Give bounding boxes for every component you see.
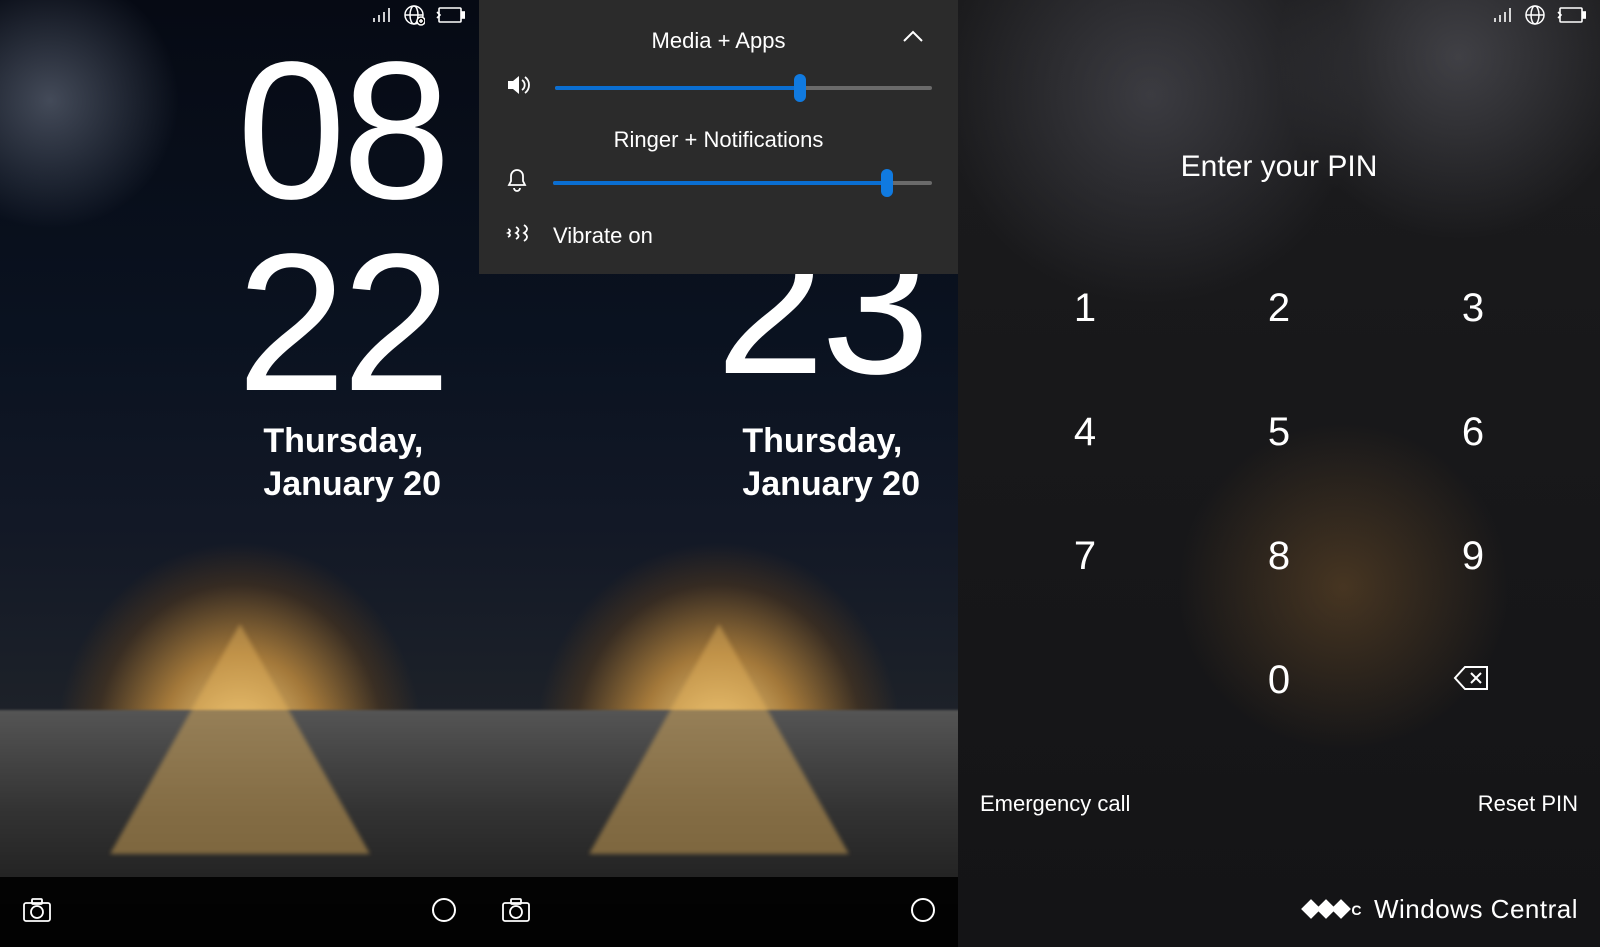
volume-media-label: Media + Apps bbox=[652, 28, 786, 54]
watermark-logo-icon: C bbox=[1304, 902, 1362, 918]
camera-icon[interactable] bbox=[22, 897, 52, 928]
lockscreen-pane-2: 23 Thursday, January 20 Media + Apps bbox=[479, 0, 958, 947]
lock-date: Thursday, January 20 bbox=[742, 420, 920, 505]
keypad-key-8[interactable]: 8 bbox=[1182, 494, 1376, 618]
ringer-volume-slider[interactable] bbox=[553, 174, 932, 192]
watermark: C Windows Central bbox=[1304, 894, 1578, 925]
lock-clock: 08 22 bbox=[237, 35, 447, 419]
camera-icon[interactable] bbox=[501, 897, 531, 928]
volume-ringer-label: Ringer + Notifications bbox=[505, 127, 932, 153]
watermark-text: Windows Central bbox=[1374, 894, 1578, 925]
pin-title: Enter your PIN bbox=[958, 150, 1600, 184]
vibrate-toggle[interactable]: Vibrate on bbox=[505, 222, 932, 250]
vibrate-label: Vibrate on bbox=[553, 223, 653, 249]
keypad-key-1[interactable]: 1 bbox=[988, 246, 1182, 370]
emergency-call-button[interactable]: Emergency call bbox=[980, 791, 1130, 817]
keypad-key-5[interactable]: 5 bbox=[1182, 370, 1376, 494]
keypad-key-2[interactable]: 2 bbox=[1182, 246, 1376, 370]
nav-bar bbox=[479, 877, 958, 947]
keypad-key-9[interactable]: 9 bbox=[1376, 494, 1570, 618]
keypad-key-7[interactable]: 7 bbox=[988, 494, 1182, 618]
keypad-key-6[interactable]: 6 bbox=[1376, 370, 1570, 494]
pin-entry-pane: Enter your PIN 123 456 7890 Emergency call… bbox=[958, 0, 1600, 947]
keypad-empty bbox=[988, 618, 1182, 742]
pin-keypad: 123 456 7890 bbox=[988, 246, 1570, 742]
wallpaper-moon-glow bbox=[0, 0, 180, 230]
volume-panel: Media + Apps Ringer + Notifications bbox=[479, 0, 958, 274]
bell-icon[interactable] bbox=[505, 167, 529, 198]
chevron-up-icon[interactable] bbox=[900, 28, 926, 51]
vibrate-icon bbox=[505, 222, 529, 250]
lock-day: Thursday, bbox=[263, 420, 441, 463]
signal-icon bbox=[1492, 6, 1514, 29]
wallpaper-igloo bbox=[110, 624, 370, 854]
speaker-icon[interactable] bbox=[505, 72, 531, 103]
lock-date-text: January 20 bbox=[263, 463, 441, 506]
backspace-key[interactable] bbox=[1376, 618, 1570, 742]
keypad-key-3[interactable]: 3 bbox=[1376, 246, 1570, 370]
backspace-icon bbox=[1453, 658, 1493, 703]
wallpaper-igloo bbox=[589, 624, 849, 854]
lock-date-text: January 20 bbox=[742, 463, 920, 506]
lock-day: Thursday, bbox=[742, 420, 920, 463]
keypad-key-0[interactable]: 0 bbox=[1182, 618, 1376, 742]
nav-bar bbox=[0, 877, 479, 947]
media-volume-slider[interactable] bbox=[555, 79, 932, 97]
clock-hour: 08 bbox=[237, 35, 447, 227]
lockscreen-pane-1: 08 22 Thursday, January 20 bbox=[0, 0, 479, 947]
globe-icon bbox=[1524, 4, 1546, 31]
battery-charging-icon bbox=[1556, 6, 1586, 29]
cortana-icon[interactable] bbox=[431, 897, 457, 928]
cortana-icon[interactable] bbox=[910, 897, 936, 928]
lock-date: Thursday, January 20 bbox=[263, 420, 441, 505]
reset-pin-button[interactable]: Reset PIN bbox=[1478, 791, 1578, 817]
keypad-key-4[interactable]: 4 bbox=[988, 370, 1182, 494]
status-bar bbox=[1492, 4, 1586, 31]
clock-minute: 22 bbox=[237, 227, 447, 419]
